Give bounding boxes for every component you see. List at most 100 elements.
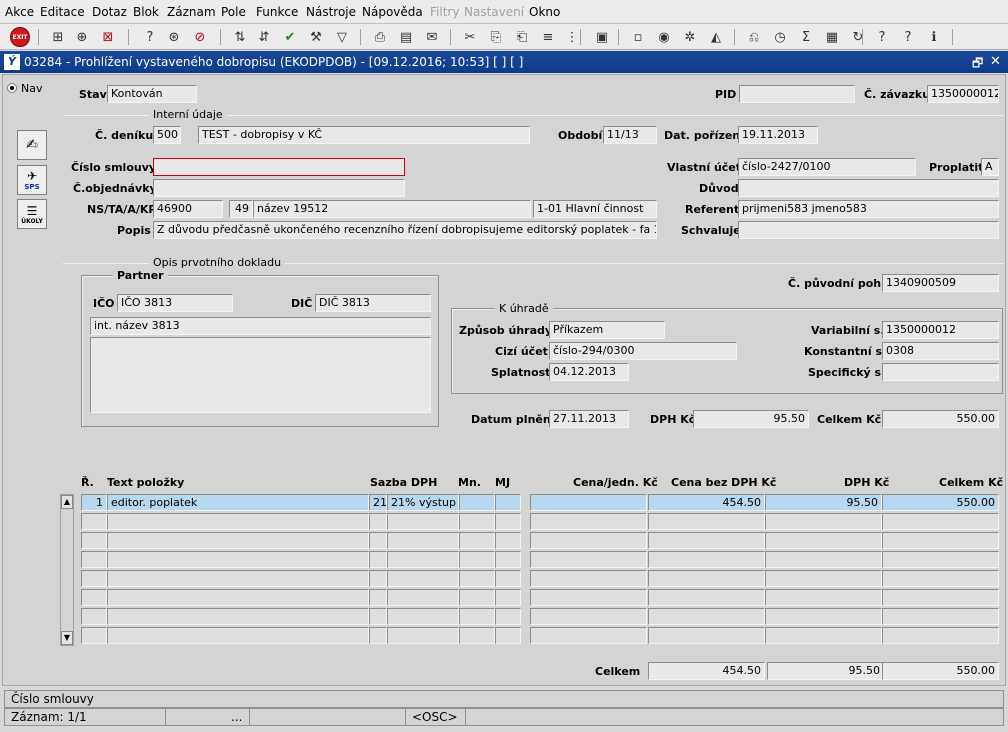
objednavka-field[interactable] — [153, 179, 405, 197]
grid-cell-mj[interactable] — [495, 551, 521, 568]
grid-scrollbar[interactable]: ▲ ▼ — [60, 494, 74, 646]
list-icon[interactable]: ≡ — [538, 27, 558, 47]
splatnost-field[interactable]: 04.12.2013 — [549, 363, 629, 381]
sort-desc-icon[interactable]: ⇵ — [254, 27, 274, 47]
paste-icon[interactable]: ⎗ — [512, 27, 532, 47]
grid-cell-mn[interactable] — [459, 494, 495, 511]
grid-cell-celkem[interactable]: 550.00 — [882, 494, 999, 511]
grid-cell-cena-jedn[interactable] — [530, 589, 647, 606]
chart-icon[interactable]: ◭ — [706, 27, 726, 47]
grid-cell-sazba-code[interactable] — [369, 589, 387, 606]
partner-name-field[interactable]: int. název 3813 — [90, 317, 431, 335]
grid-cell-mj[interactable] — [495, 570, 521, 587]
grid-cell-sazba-code[interactable] — [369, 570, 387, 587]
grid-cell-sazba-code[interactable]: 21 — [369, 494, 387, 511]
refresh-icon[interactable]: ↻ — [848, 27, 868, 47]
cizi-ucet-field[interactable]: číslo-294/0300 — [549, 342, 737, 360]
grid-cell-celkem[interactable] — [882, 513, 999, 530]
dic-field[interactable]: DIČ 3813 — [315, 294, 431, 312]
grid-cell-mj[interactable] — [495, 608, 521, 625]
grid-cell-mn[interactable] — [459, 532, 495, 549]
info-icon[interactable]: ℹ — [924, 27, 944, 47]
menu-pole[interactable]: Pole — [221, 5, 246, 19]
grid-cell-text[interactable] — [107, 570, 369, 587]
menu-blok[interactable]: Blok — [133, 5, 159, 19]
menu-nastroje[interactable]: Nástroje — [306, 5, 356, 19]
query-execute-icon[interactable]: ⊛ — [164, 27, 184, 47]
menu-filtry[interactable]: Filtry — [430, 5, 459, 19]
print-icon[interactable]: ⎙ — [370, 27, 390, 47]
grid-cell-sazba[interactable] — [387, 570, 459, 587]
tools-icon[interactable]: ⚒ — [306, 27, 326, 47]
clock-icon[interactable]: ◷ — [770, 27, 790, 47]
duvod-field[interactable] — [738, 179, 999, 197]
dph-top-field[interactable]: 95.50 — [693, 410, 809, 428]
commit-check-icon[interactable]: ✔ — [280, 27, 300, 47]
grid-cell-sazba[interactable]: 21% výstup - — [387, 494, 459, 511]
grid-cell-r[interactable] — [81, 532, 107, 549]
grid-cell-cena-bez[interactable] — [648, 608, 765, 625]
grid-cell-dph[interactable] — [765, 627, 882, 644]
grid-cell-dph[interactable] — [765, 608, 882, 625]
grid-cell-r[interactable] — [81, 551, 107, 568]
help-icon[interactable]: ? — [872, 27, 892, 47]
grid-cell-mn[interactable] — [459, 513, 495, 530]
vlastni-ucet-field[interactable]: číslo-2427/0100 — [738, 158, 916, 176]
grid-cell-dph[interactable] — [765, 589, 882, 606]
grid-cell-cena-bez[interactable] — [648, 627, 765, 644]
menu-funkce[interactable]: Funkce — [256, 5, 298, 19]
var-field[interactable]: 1350000012 — [882, 321, 999, 339]
grid-cell-sazba-code[interactable] — [369, 627, 387, 644]
attach-icon[interactable]: ⎌ — [744, 27, 764, 47]
nav-radio[interactable] — [7, 83, 17, 93]
grid-cell-mj[interactable] — [495, 532, 521, 549]
menu-dotaz[interactable]: Dotaz — [92, 5, 127, 19]
grid-cell-r[interactable] — [81, 627, 107, 644]
grid-cell-mn[interactable] — [459, 570, 495, 587]
grid-cell-sazba-code[interactable] — [369, 532, 387, 549]
grid-cell-sazba[interactable] — [387, 627, 459, 644]
grid-cell-celkem[interactable] — [882, 551, 999, 568]
close-button[interactable]: ✕ — [990, 54, 1001, 69]
menu-zaznam[interactable]: Záznam — [167, 5, 216, 19]
grid-cell-sazba[interactable] — [387, 551, 459, 568]
proplatit-field[interactable]: A — [981, 158, 999, 176]
celkem-top-field[interactable]: 550.00 — [882, 410, 999, 428]
copy-icon[interactable]: ⎘ — [486, 27, 506, 47]
hand-document-icon[interactable]: ✍ — [17, 130, 47, 160]
denik-name-field[interactable]: TEST - dobropisy v KČ — [198, 126, 530, 144]
grid-cell-text[interactable] — [107, 627, 369, 644]
popis-field[interactable]: Z důvodu předčasně ukončeného recenzního… — [153, 221, 657, 239]
grid-cell-mn[interactable] — [459, 627, 495, 644]
grid-cell-r[interactable] — [81, 513, 107, 530]
obdobi-field[interactable]: 11/13 — [603, 126, 657, 144]
partner-note-field[interactable] — [90, 337, 431, 413]
spec-field[interactable] — [882, 363, 999, 381]
a-field[interactable]: název 19512 — [253, 200, 531, 218]
menu-napoveda[interactable]: Nápověda — [362, 5, 423, 19]
tasks-icon[interactable]: ☰ ÚKOLY — [17, 199, 47, 229]
grid-cell-mn[interactable] — [459, 551, 495, 568]
grid-cell-text[interactable] — [107, 513, 369, 530]
help-context-icon[interactable]: ? — [898, 27, 918, 47]
grid-cell-mj[interactable] — [495, 627, 521, 644]
query-cancel-icon[interactable]: ⊘ — [190, 27, 210, 47]
grid-cell-text[interactable] — [107, 551, 369, 568]
grid-cell-dph[interactable] — [765, 570, 882, 587]
grid-cell-mj[interactable] — [495, 494, 521, 511]
grid-cell-sazba[interactable] — [387, 532, 459, 549]
grid-cell-mj[interactable] — [495, 513, 521, 530]
menu-editace[interactable]: Editace — [40, 5, 85, 19]
kp-field[interactable]: 1-01 Hlavní činnost — [533, 200, 657, 218]
grid-cell-sazba-code[interactable] — [369, 608, 387, 625]
scroll-down-icon[interactable]: ▼ — [61, 631, 73, 645]
grid-cell-dph[interactable]: 95.50 — [765, 494, 882, 511]
ns-field[interactable]: 46900 — [153, 200, 223, 218]
stav-field[interactable]: Kontován — [107, 85, 197, 103]
sum-icon[interactable]: Σ — [796, 27, 816, 47]
grid-total-celkem[interactable]: 550.00 — [882, 662, 999, 680]
print-preview-icon[interactable]: ▤ — [396, 27, 416, 47]
grid-cell-r[interactable] — [81, 570, 107, 587]
ta-field[interactable]: 49 — [229, 200, 253, 218]
sps-plane-icon[interactable]: ✈ SPS — [17, 165, 47, 195]
